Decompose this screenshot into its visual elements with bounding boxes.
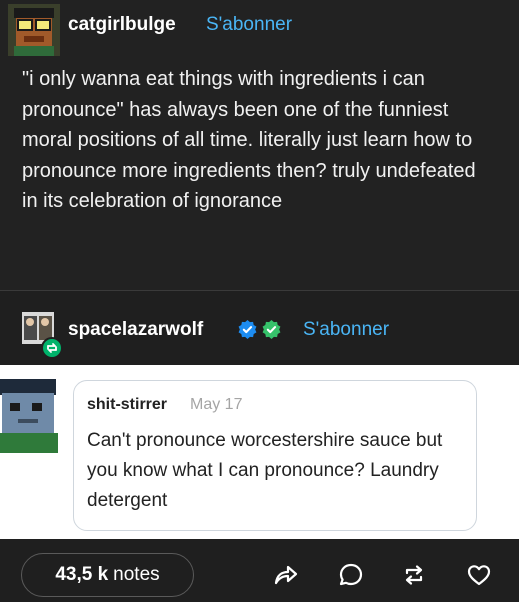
follow-button[interactable]: S'abonner [303,319,389,341]
notes-label: notes [113,564,160,585]
post-text: "i only wanna eat things with ingredient… [22,68,476,212]
notes-button[interactable]: 43,5 k notes [21,553,194,597]
user-avatar[interactable] [8,4,60,56]
reblog-header: spacelazarwolf S'abonner [0,291,519,365]
reblog-icon[interactable] [400,561,428,589]
verified-badge-icon [238,320,257,339]
tweet-date: May 17 [190,396,243,413]
like-icon[interactable] [465,561,493,589]
original-post: catgirlbulge S'abonner "i only wanna eat… [0,0,519,290]
tweet-avatar [0,373,70,453]
tweet-username: shit-stirrer [87,396,168,413]
tweet-text: Can't pronounce worcestershire sauce but… [87,430,443,511]
verified-badge-icon [262,320,281,339]
reply-icon[interactable] [337,561,365,589]
reblog-badge [41,337,63,359]
follow-button[interactable]: S'abonner [206,14,292,36]
tweet-card: shit-stirrer May 17 Can't pronounce worc… [73,380,477,531]
embedded-image: shit-stirrer May 17 Can't pronounce worc… [0,365,519,539]
reblog-username[interactable]: spacelazarwolf [68,319,203,341]
notes-count: 43,5 k [55,564,109,585]
share-icon[interactable] [272,561,300,589]
reblog-icon [47,343,57,353]
post-footer: 43,5 k notes [0,539,519,602]
post-username[interactable]: catgirlbulge [68,14,176,36]
